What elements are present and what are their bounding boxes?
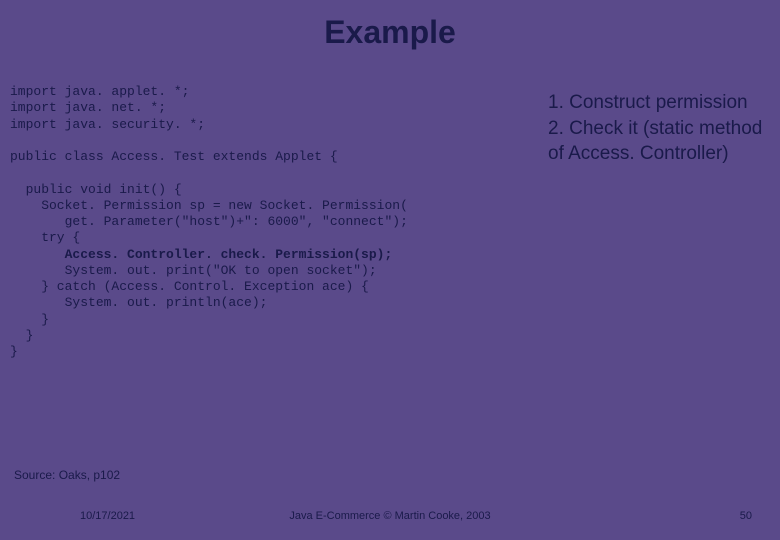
point-1: 1. Construct permission	[548, 90, 773, 116]
code-line: }	[10, 312, 49, 327]
footer-page-number: 50	[740, 510, 752, 522]
code-block: import java. applet. *; import java. net…	[10, 84, 530, 360]
code-line: } catch (Access. Control. Exception ace)…	[10, 279, 369, 294]
source-citation: Source: Oaks, p102	[14, 468, 120, 482]
code-line: get. Parameter("host")+": 6000", "connec…	[10, 214, 408, 229]
code-line: public void init() {	[10, 182, 182, 197]
footer-credit: Java E-Commerce © Martin Cooke, 2003	[0, 510, 780, 522]
slide: Example import java. applet. *; import j…	[0, 0, 780, 540]
code-line: import java. security. *;	[10, 117, 205, 132]
code-line: try {	[10, 230, 80, 245]
code-line: public class Access. Test extends Applet…	[10, 149, 338, 164]
code-line: Socket. Permission sp = new Socket. Perm…	[10, 198, 408, 213]
code-line: System. out. print("OK to open socket");	[10, 263, 377, 278]
point-2: 2. Check it (static method of Access. Co…	[548, 116, 773, 167]
code-line-bold: Access. Controller. check. Permission(sp…	[10, 247, 392, 262]
explanation-list: 1. Construct permission 2. Check it (sta…	[548, 90, 773, 167]
code-line: }	[10, 344, 18, 359]
slide-title: Example	[0, 14, 780, 51]
code-line: import java. applet. *;	[10, 84, 189, 99]
code-line: }	[10, 328, 33, 343]
code-line: import java. net. *;	[10, 100, 166, 115]
code-line: System. out. println(ace);	[10, 295, 267, 310]
